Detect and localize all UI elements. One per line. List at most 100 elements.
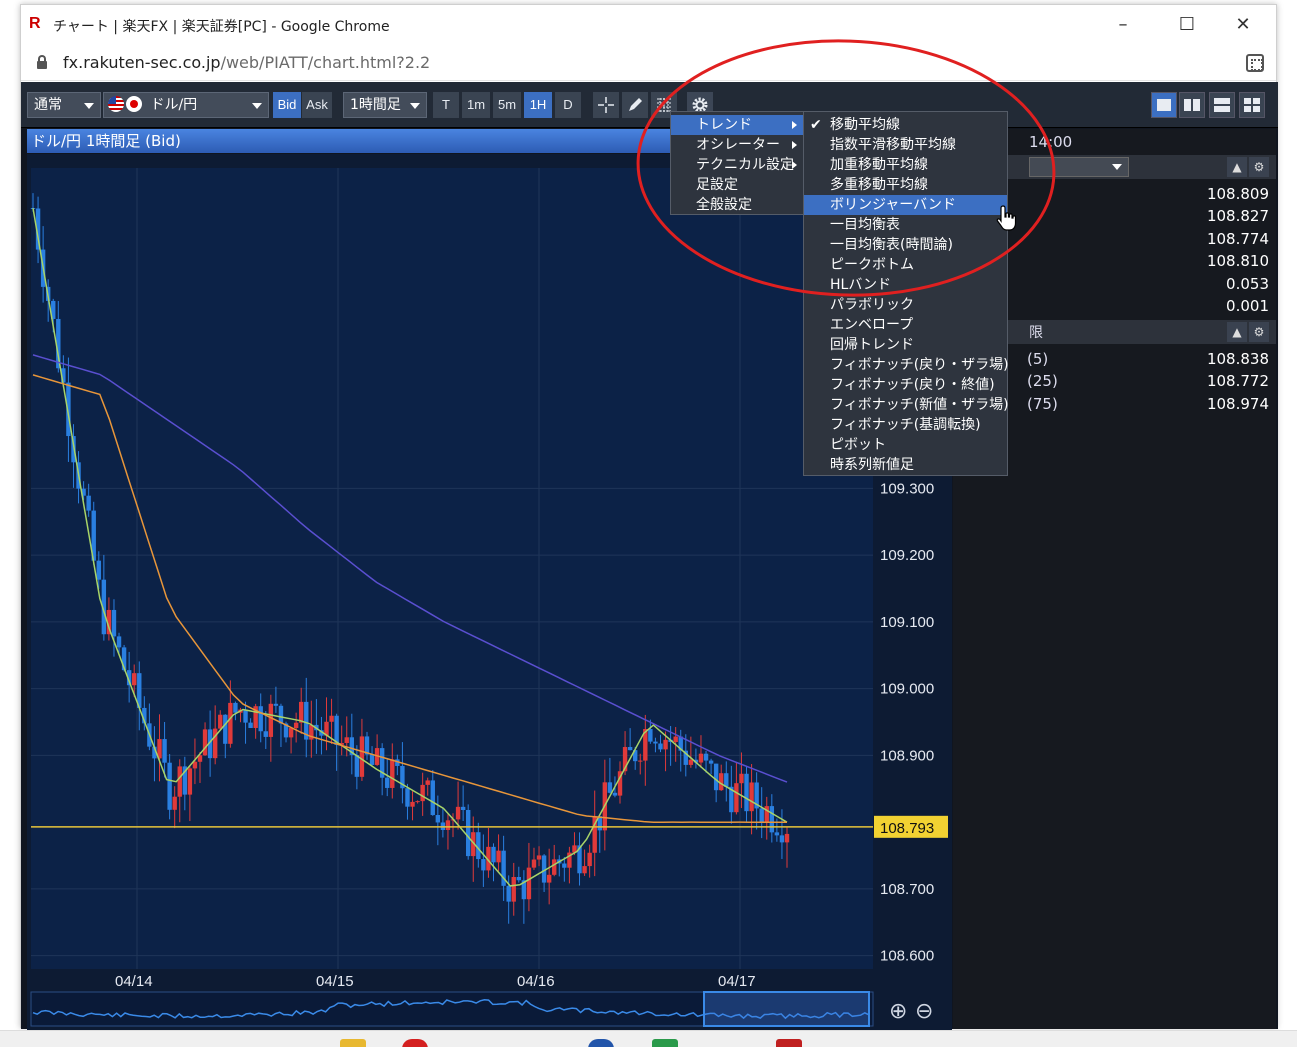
trend-menu-item[interactable]: フィボナッチ(戻り・ザラ場) (804, 355, 1009, 375)
trend-menu-item[interactable]: 多重移動平均線 (804, 175, 1007, 195)
section-label: 限 (1029, 325, 1043, 341)
candle-body (167, 762, 172, 810)
trend-menu-item[interactable]: 一目均衡表(時間論) (804, 235, 1007, 255)
interval-select-label: 1時間足 (350, 97, 401, 113)
trend-menu-label: ボリンジャーバンド (830, 197, 956, 213)
tf-5m-button[interactable]: 5m (493, 92, 521, 118)
trend-menu-item[interactable]: ✔ 移動平均線 (804, 115, 1007, 135)
candle-body (638, 760, 643, 762)
app-icon[interactable] (402, 1039, 428, 1047)
tf-tick-button[interactable]: T (433, 92, 459, 118)
trend-menu-item[interactable]: フィボナッチ(戻り・終値) (804, 375, 1007, 395)
layout-single-button[interactable] (1151, 92, 1177, 118)
trend-menu-item[interactable]: 加重移動平均線 (804, 155, 1007, 175)
menu-item-technical-settings[interactable]: テクニカル設定 (671, 155, 803, 175)
menu-item-label: オシレーター (696, 137, 780, 153)
tf-1m-button[interactable]: 1m (462, 92, 490, 118)
menu-item-oscillator[interactable]: オシレーター (671, 135, 803, 155)
x-tick-label: 04/17 (718, 973, 756, 990)
maximize-button[interactable]: ☐ (1162, 11, 1212, 39)
menu-item-candle-settings[interactable]: 足設定 (671, 175, 803, 195)
candle-body (546, 874, 552, 883)
x-tick-label: 04/15 (316, 973, 354, 990)
menu-item-label: 足設定 (696, 177, 738, 193)
pair-select-label: ドル/円 (150, 97, 198, 113)
trend-menu-item[interactable]: ピボット (804, 435, 1007, 455)
candle-body (734, 783, 739, 813)
trend-menu-item[interactable]: 時系列新値足 (804, 455, 1007, 475)
candle-body (708, 760, 714, 764)
address-bar[interactable]: fx.rakuten-sec.co.jp/web/PIATT/chart.htm… (21, 45, 1276, 81)
minimize-button[interactable]: – (1098, 11, 1148, 39)
candle-body (713, 763, 719, 791)
panel-value: 108.810 (1206, 252, 1269, 270)
pencil-icon[interactable] (622, 92, 648, 118)
folder-icon[interactable] (340, 1039, 366, 1047)
y-tick-label: 108.700 (880, 881, 934, 898)
candle-body (445, 820, 451, 831)
bid-button[interactable]: Bid (273, 92, 301, 118)
menu-item-label: トレンド (696, 117, 752, 133)
app-icon[interactable] (588, 1039, 614, 1047)
trend-menu-item[interactable]: エンベロープ (804, 315, 1007, 335)
candle-body (273, 703, 279, 706)
candle-body (86, 495, 91, 511)
trend-menu-item[interactable]: 一目均衡表 (804, 215, 1007, 235)
x-tick-label: 04/14 (115, 973, 153, 990)
candle-body (415, 801, 420, 803)
menu-item-general-settings[interactable]: 全般設定 (671, 195, 803, 215)
tf-1h-button[interactable]: 1H (524, 92, 552, 118)
candle-body (435, 815, 441, 823)
candle-body (516, 876, 521, 881)
app-icon[interactable] (776, 1039, 802, 1047)
crosshair-icon[interactable] (593, 92, 619, 118)
tf-day-button[interactable]: D (555, 92, 581, 118)
layout-grid-button[interactable] (1239, 92, 1265, 118)
candle-body (405, 788, 410, 807)
zoom-in-icon[interactable]: ⊕ (889, 999, 907, 1024)
candle-body (293, 722, 299, 729)
trend-menu-item[interactable]: パラボリック (804, 295, 1007, 315)
candle-body (369, 754, 375, 765)
mode-select-label: 通常 (34, 97, 62, 113)
candle-body (465, 810, 471, 857)
url-text[interactable]: fx.rakuten-sec.co.jp/web/PIATT/chart.htm… (63, 53, 430, 72)
trend-menu-item[interactable]: HLバンド (804, 275, 1007, 295)
candle-body (511, 876, 516, 902)
trend-menu-item[interactable]: 指数平滑移動平均線 (804, 135, 1007, 155)
trend-menu-item[interactable]: 回帰トレンド (804, 335, 1007, 355)
trend-menu-item[interactable]: フィボナッチ(基調転換) (804, 415, 1007, 435)
candle-body (648, 729, 653, 742)
pair-select[interactable]: ドル/円 (103, 92, 269, 118)
gear-icon[interactable]: ⚙ (1249, 157, 1269, 177)
panel-select[interactable] (1029, 157, 1129, 177)
ask-button[interactable]: Ask (302, 92, 332, 118)
layout-two-column-button[interactable] (1179, 92, 1205, 118)
menu-item-trend[interactable]: トレンド (671, 115, 803, 135)
candle-body (359, 736, 365, 777)
collapse-icon[interactable]: ▲ (1227, 322, 1247, 342)
chevron-down-icon (252, 103, 262, 109)
trend-submenu: ✔ 移動平均線 指数平滑移動平均線 加重移動平均線 多重移動平均線ボリンジャーバンド一目… (803, 111, 1009, 476)
collapse-icon[interactable]: ▲ (1227, 157, 1247, 177)
candle-body (724, 773, 729, 787)
trend-menu-item[interactable]: ピークボトム (804, 255, 1007, 275)
candle-body (582, 866, 587, 874)
qr-code-icon[interactable] (1246, 54, 1264, 72)
chevron-down-icon (410, 103, 420, 109)
ma-value: 108.772 (1206, 372, 1269, 390)
trend-menu-item[interactable]: ボリンジャーバンド (804, 195, 1007, 215)
trend-menu-label: 回帰トレンド (830, 337, 914, 353)
layout-two-row-button[interactable] (1209, 92, 1235, 118)
candle-body (172, 796, 177, 810)
jp-flag-icon (126, 96, 142, 112)
candle-body (344, 737, 349, 743)
app-icon[interactable] (652, 1039, 678, 1047)
interval-select[interactable]: 1時間足 (343, 92, 427, 118)
y-tick-label: 109.000 (880, 681, 934, 698)
gear-icon[interactable]: ⚙ (1249, 322, 1269, 342)
mode-select[interactable]: 通常 (27, 92, 101, 118)
close-button[interactable]: ✕ (1218, 11, 1268, 39)
zoom-out-icon[interactable]: ⊖ (915, 999, 933, 1024)
trend-menu-item[interactable]: フィボナッチ(新値・ザラ場) (804, 395, 1009, 415)
